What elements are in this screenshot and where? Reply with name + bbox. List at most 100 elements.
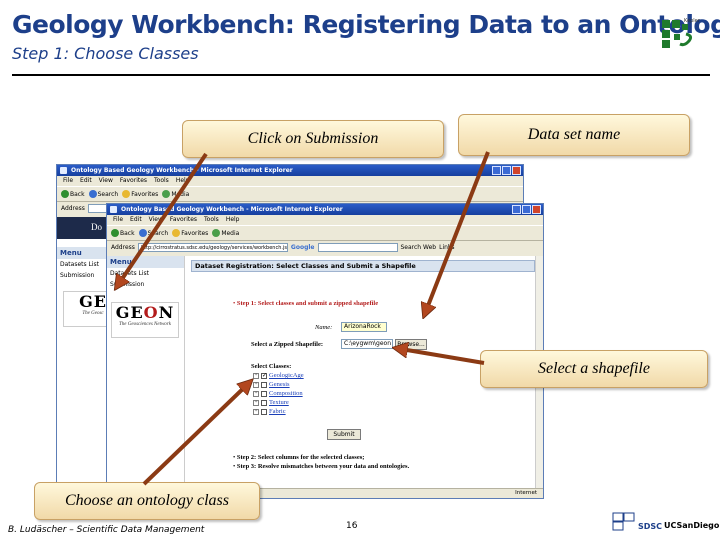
class-row-texture: + Texture [253, 399, 289, 406]
callout-shapefile: Select a shapefile [480, 350, 708, 388]
step1-text: Step 1: Select classes and submit a zipp… [236, 300, 379, 307]
front-menu-title: Menu [107, 256, 184, 268]
step2-line: • Step 2: Select columns for the selecte… [233, 454, 365, 461]
menu-file[interactable]: File [63, 176, 73, 186]
front-menu-submission-link[interactable]: Submission [107, 279, 184, 290]
menu-favorites[interactable]: Favorites [170, 215, 197, 225]
menu-file[interactable]: File [113, 215, 123, 225]
front-addressbar: Address http://cirrostratus.sdsc.edu/geo… [107, 241, 543, 253]
links-button[interactable]: Links [439, 244, 454, 251]
maximize-icon[interactable] [522, 205, 531, 214]
select-classes-label: Select Classes: [251, 363, 292, 370]
front-window-title: Ontology Based Geology Workbench - Micro… [121, 206, 343, 213]
search-button-label: Search [97, 190, 119, 198]
menu-help[interactable]: Help [176, 176, 190, 186]
expand-icon[interactable]: + [253, 381, 259, 388]
name-label: Name: [315, 324, 333, 331]
star-icon [172, 229, 181, 237]
back-button[interactable]: Back [111, 229, 135, 237]
front-window-titlebar[interactable]: Ontology Based Geology Workbench - Micro… [107, 204, 543, 215]
media-button[interactable]: Media [212, 229, 239, 237]
minimize-icon[interactable] [492, 166, 501, 175]
address-label: Address [111, 243, 135, 251]
browser-window-front[interactable]: Ontology Based Geology Workbench - Micro… [106, 203, 544, 499]
expand-icon[interactable]: + [253, 372, 259, 379]
search-icon [138, 229, 147, 237]
search-button[interactable]: Search [138, 229, 169, 237]
menu-help[interactable]: Help [226, 215, 240, 225]
maximize-icon[interactable] [502, 166, 511, 175]
back-button-label: Back [70, 190, 85, 198]
shapefile-path-input[interactable]: C:\eygwm\geon [341, 339, 393, 349]
front-address-input[interactable]: http://cirrostratus.sdsc.edu/geology/ser… [137, 242, 288, 252]
submit-button[interactable]: Submit [327, 429, 361, 440]
geon-wordmark: GEON [115, 303, 175, 322]
front-menubar: File Edit View Favorites Tools Help [107, 215, 543, 225]
texture-link[interactable]: Texture [269, 399, 289, 406]
genesis-checkbox[interactable] [261, 381, 267, 388]
callout-dataset-name: Data set name [458, 114, 690, 156]
menu-edit[interactable]: Edit [130, 215, 142, 225]
favorites-button-label: Favorites [131, 190, 159, 198]
favorites-button[interactable]: Favorites [172, 229, 208, 237]
shapefile-label: Select a Zipped Shapefile: [251, 341, 324, 348]
header-divider [12, 74, 710, 76]
media-icon [162, 190, 171, 198]
class-row-composition: + Composition [253, 390, 303, 397]
geologicage-checkbox[interactable]: ✓ [261, 372, 267, 379]
close-icon[interactable] [512, 166, 521, 175]
step3-line: • Step 3: Resolve mismatches between you… [233, 463, 410, 470]
front-toolbar: Back Search Favorites Media [107, 225, 543, 241]
genesis-link[interactable]: Genesis [269, 381, 290, 388]
composition-link[interactable]: Composition [269, 390, 303, 397]
google-search-input[interactable] [317, 242, 398, 252]
back-button[interactable]: Back [61, 190, 85, 198]
search-web-button[interactable]: Search Web [401, 244, 437, 251]
back-window-titlebar[interactable]: Ontology Based Geology Workbench - Micro… [57, 165, 523, 176]
ie-icon [60, 167, 67, 174]
back-page-heading: Do [91, 222, 102, 232]
geologicage-link[interactable]: GeologicAge [269, 372, 304, 379]
back-arrow-icon [61, 190, 69, 198]
front-page-body: Menu Datasets List Submission GEON The G… [107, 256, 535, 488]
google-toolbar-label: Google [290, 243, 315, 251]
page-number: 16 [346, 521, 358, 531]
callout-submission: Click on Submission [182, 120, 444, 158]
expand-icon[interactable]: + [253, 408, 259, 415]
media-button[interactable]: Media [162, 190, 189, 198]
menu-edit[interactable]: Edit [80, 176, 92, 186]
back-button-label: Back [120, 229, 135, 237]
back-geon-tagline: The Geosc [82, 311, 104, 316]
slide-subtitle: Step 1: Choose Classes [12, 44, 199, 63]
expand-icon[interactable]: + [253, 390, 259, 397]
sdsc-grid-icon [612, 512, 635, 531]
back-window-title: Ontology Based Geology Workbench - Micro… [71, 167, 293, 174]
class-row-fabric: + Fabric [253, 408, 286, 415]
back-toolbar: Back Search Favorites Media [57, 186, 523, 202]
search-button[interactable]: Search [88, 190, 119, 198]
expand-icon[interactable]: + [253, 399, 259, 406]
menu-tools[interactable]: Tools [154, 176, 169, 186]
class-row-geologicage: + ✓ GeologicAge [253, 372, 304, 379]
dataset-name-input[interactable]: ArizonaRock [341, 322, 387, 332]
close-icon[interactable] [532, 205, 541, 214]
search-button-label: Search [147, 229, 169, 237]
menu-view[interactable]: View [99, 176, 113, 186]
front-menu-datasets-link[interactable]: Datasets List [107, 268, 184, 279]
front-side-menu: Menu Datasets List Submission GEON The G… [107, 256, 185, 488]
menu-tools[interactable]: Tools [204, 215, 219, 225]
menu-view[interactable]: View [149, 215, 163, 225]
composition-checkbox[interactable] [261, 390, 267, 397]
back-address-input[interactable] [87, 203, 108, 213]
step1-line: • Step 1: Select classes and submit a zi… [233, 300, 379, 307]
front-geon-logo: GEON The Geosciences Network [111, 302, 179, 338]
browse-button[interactable]: Browse... [395, 339, 427, 350]
media-icon [212, 229, 221, 237]
favorites-button[interactable]: Favorites [122, 190, 158, 198]
minimize-icon[interactable] [512, 205, 521, 214]
fabric-link[interactable]: Fabric [269, 408, 286, 415]
menu-favorites[interactable]: Favorites [120, 176, 147, 186]
favorites-button-label: Favorites [181, 229, 209, 237]
fabric-checkbox[interactable] [261, 408, 267, 415]
texture-checkbox[interactable] [261, 399, 267, 406]
